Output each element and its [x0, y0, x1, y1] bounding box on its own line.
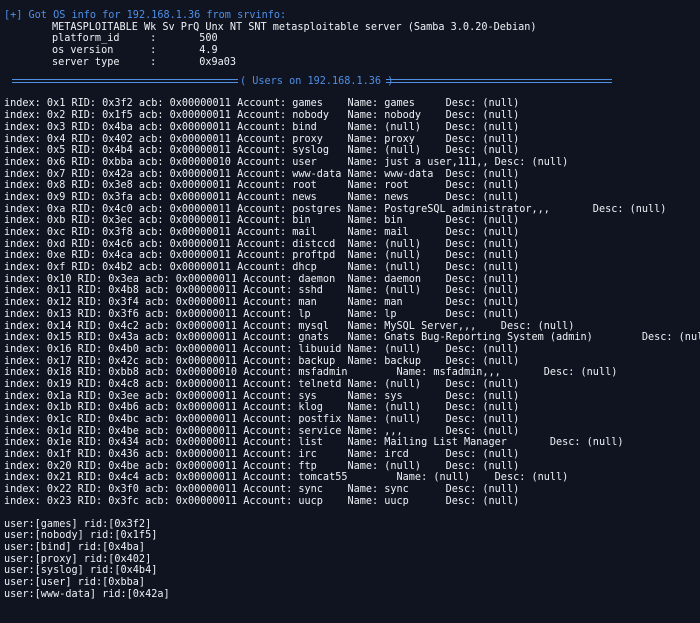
user-rid-row: user:[bind] rid:[0x4ba] — [4, 541, 146, 553]
user-account-row: index: 0x16 RID: 0x4b0 acb: 0x00000011 A… — [4, 343, 520, 355]
os-banner: METASPLOITABLE Wk Sv PrQ Unx NT SNT meta… — [52, 21, 537, 33]
user-account-row: index: 0x1a RID: 0x3ee acb: 0x00000011 A… — [4, 390, 520, 402]
platform-id-line: platform_id : 500 — [52, 33, 218, 45]
user-account-row: index: 0x11 RID: 0x4b8 acb: 0x00000011 A… — [4, 285, 520, 297]
user-account-row: index: 0x10 RID: 0x3ea acb: 0x00000011 A… — [4, 273, 520, 285]
user-account-row: index: 0x3 RID: 0x4ba acb: 0x00000011 Ac… — [4, 121, 520, 133]
server-type-line: server type : 0x9a03 — [52, 56, 237, 68]
user-account-row: index: 0x1b RID: 0x4b6 acb: 0x00000011 A… — [4, 402, 520, 414]
srvinfo-message: Got OS info for 192.168.1.36 from srvinf… — [22, 10, 287, 21]
user-account-row: index: 0x4 RID: 0x402 acb: 0x00000011 Ac… — [4, 133, 520, 145]
user-rid-row: user:[www-data] rid:[0x42a] — [4, 588, 170, 600]
info-prefix: [+] — [4, 10, 23, 21]
user-account-row: index: 0x5 RID: 0x4b4 acb: 0x00000011 Ac… — [4, 145, 520, 157]
user-account-row: index: 0x14 RID: 0x4c2 acb: 0x00000011 A… — [4, 320, 575, 332]
user-account-row: index: 0x1f RID: 0x436 acb: 0x00000011 A… — [4, 449, 520, 461]
user-rid-row: user:[user] rid:[0xbba] — [4, 576, 146, 588]
user-accounts-table: index: 0x1 RID: 0x3f2 acb: 0x00000011 Ac… — [4, 98, 700, 507]
user-account-row: index: 0x20 RID: 0x4be acb: 0x00000011 A… — [4, 460, 520, 472]
user-account-row: index: 0xc RID: 0x3f8 acb: 0x00000011 Ac… — [4, 227, 520, 238]
users-section-divider: ( Users on 192.168.1.36 ) — [4, 76, 700, 89]
user-account-row: index: 0x9 RID: 0x3fa acb: 0x00000011 Ac… — [4, 191, 520, 203]
user-rid-row: user:[proxy] rid:[0x402] — [4, 553, 152, 565]
user-account-row: index: 0x2 RID: 0x1f5 acb: 0x00000011 Ac… — [4, 110, 520, 122]
user-account-row: index: 0xb RID: 0x3ec acb: 0x00000011 Ac… — [4, 215, 520, 227]
srvinfo-header-line: [+] Got OS info for 192.168.1.36 from sr… — [4, 10, 700, 22]
user-account-row: index: 0xf RID: 0x4b2 acb: 0x00000011 Ac… — [4, 262, 520, 274]
user-account-row: index: 0xe RID: 0x4ca acb: 0x00000011 Ac… — [4, 250, 520, 262]
user-account-row: index: 0x18 RID: 0xbb8 acb: 0x00000010 A… — [4, 367, 618, 379]
user-account-row: index: 0x12 RID: 0x3f4 acb: 0x00000011 A… — [4, 297, 520, 309]
user-rid-list: user:[games] rid:[0x3f2] user:[nobody] ri… — [4, 519, 700, 601]
user-account-row: index: 0x21 RID: 0x4c4 acb: 0x00000011 A… — [4, 472, 569, 484]
user-account-row: index: 0x13 RID: 0x3f6 acb: 0x00000011 A… — [4, 308, 520, 320]
user-account-row: index: 0x1 RID: 0x3f2 acb: 0x00000011 Ac… — [4, 98, 520, 110]
os-version-line: os version : 4.9 — [52, 45, 218, 57]
user-account-row: index: 0x19 RID: 0x4c8 acb: 0x00000011 A… — [4, 378, 520, 390]
divider-right-rule — [386, 79, 612, 84]
user-account-row: index: 0x7 RID: 0x42a acb: 0x00000011 Ac… — [4, 168, 520, 180]
users-section-title: ( Users on 192.168.1.36 ) — [240, 76, 394, 88]
user-account-row: index: 0x1d RID: 0x4be acb: 0x00000011 A… — [4, 425, 520, 437]
user-account-row: index: 0xd RID: 0x4c6 acb: 0x00000011 Ac… — [4, 238, 520, 250]
user-account-row: index: 0x22 RID: 0x3f0 acb: 0x00000011 A… — [4, 484, 520, 496]
user-rid-row: user:[syslog] rid:[0x4b4] — [4, 565, 158, 577]
user-account-row: index: 0x15 RID: 0x43a acb: 0x00000011 A… — [4, 332, 700, 344]
user-account-row: index: 0x8 RID: 0x3e8 acb: 0x00000011 Ac… — [4, 180, 520, 192]
user-rid-row: user:[nobody] rid:[0x1f5] — [4, 530, 158, 542]
user-account-row: index: 0x1c RID: 0x4bc acb: 0x00000011 A… — [4, 414, 520, 425]
divider-left-rule — [12, 79, 238, 84]
user-account-row: index: 0x6 RID: 0xbba acb: 0x00000010 Ac… — [4, 156, 569, 168]
user-account-row: index: 0x17 RID: 0x42c acb: 0x00000011 A… — [4, 355, 520, 367]
user-account-row: index: 0x1e RID: 0x434 acb: 0x00000011 A… — [4, 437, 624, 449]
user-rid-row: user:[games] rid:[0x3f2] — [4, 518, 152, 530]
user-account-row: index: 0xa RID: 0x4c0 acb: 0x00000011 Ac… — [4, 203, 667, 215]
user-account-row: index: 0x23 RID: 0x3fc acb: 0x00000011 A… — [4, 495, 520, 507]
terminal-output: [+] Got OS info for 192.168.1.36 from sr… — [0, 0, 700, 623]
